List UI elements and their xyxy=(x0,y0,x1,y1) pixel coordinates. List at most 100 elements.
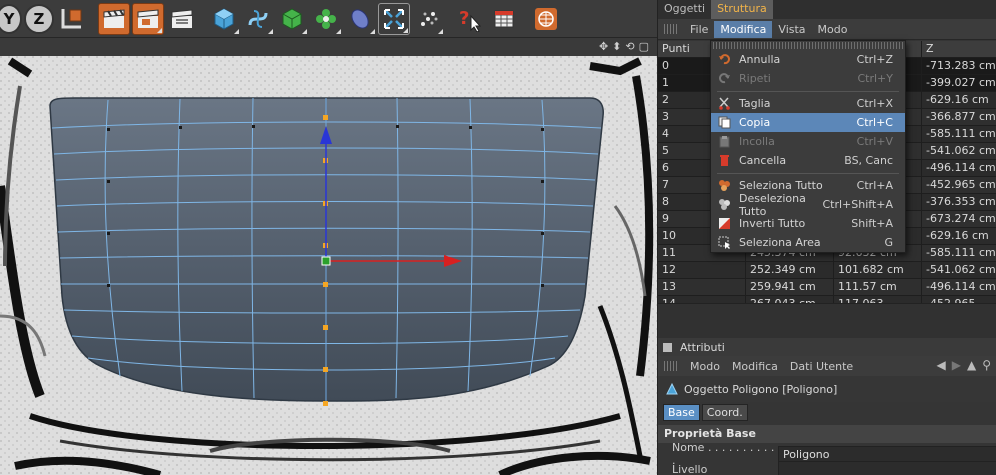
table-cell[interactable]: -399.027 cm xyxy=(922,75,996,91)
clapboard-icon xyxy=(103,8,125,28)
cloner-button[interactable] xyxy=(310,3,342,35)
menu-modo[interactable]: Modo xyxy=(812,21,854,38)
table-cell[interactable]: 267.043 cm xyxy=(746,296,834,303)
clapboard-settings-icon xyxy=(171,8,193,28)
menu-item-shortcut: Ctrl+V xyxy=(856,135,893,148)
level-label: Livello xyxy=(672,462,708,475)
question-cursor-icon: ? xyxy=(459,8,482,32)
table-cell[interactable]: -452.965 xyxy=(922,296,996,303)
table-cell[interactable]: 252.349 cm xyxy=(746,262,834,278)
name-input[interactable]: Poligono xyxy=(778,446,996,462)
select-all-icon xyxy=(717,179,731,193)
table-cell[interactable]: -496.114 cm xyxy=(922,279,996,295)
web-button[interactable] xyxy=(530,3,562,35)
table-cell[interactable]: 13 xyxy=(658,279,746,295)
tab-coord[interactable]: Coord. xyxy=(701,403,748,421)
table-cell[interactable]: -452.965 cm xyxy=(922,177,996,193)
deformer-button[interactable] xyxy=(344,3,376,35)
table-cell[interactable]: -713.283 cm xyxy=(922,58,996,74)
table-cell[interactable]: 259.941 cm xyxy=(746,279,834,295)
menu-item-shortcut: Ctrl+Y xyxy=(857,72,893,85)
table-cell[interactable]: 111.57 cm xyxy=(834,279,922,295)
attr-menu-modo[interactable]: Modo xyxy=(684,358,726,375)
menu-item-deseleziona-tutto[interactable]: Deseleziona Tutto Ctrl+Shift+A xyxy=(711,192,905,218)
table-cell[interactable]: -366.877 cm xyxy=(922,109,996,125)
menubar-grip[interactable] xyxy=(664,24,678,34)
table-cell[interactable]: -376.353 cm xyxy=(922,194,996,210)
spline-button[interactable] xyxy=(242,3,274,35)
back-arrow-icon[interactable]: ◀ xyxy=(937,358,946,372)
rotate-view-icon[interactable]: ⟲ xyxy=(625,40,634,53)
menu-item-shortcut: Ctrl+Z xyxy=(856,53,893,66)
table-cell[interactable]: -541.062 cm xyxy=(922,262,996,278)
tab-struttura[interactable]: Struttura xyxy=(711,0,773,19)
table-cell[interactable]: -585.111 cm xyxy=(922,126,996,142)
coordinate-system-button[interactable] xyxy=(56,3,88,35)
menu-item-cancella[interactable]: Cancella BS, Canc xyxy=(711,151,905,170)
attr-menubar-grip[interactable] xyxy=(664,361,678,371)
render-view-button[interactable] xyxy=(98,2,130,35)
level-input[interactable] xyxy=(778,461,996,475)
menu-item-label: Copia xyxy=(739,116,771,129)
toggle-view-icon[interactable]: ▢ xyxy=(639,40,649,53)
menu-vista[interactable]: Vista xyxy=(772,21,811,38)
table-cell[interactable]: -496.114 cm xyxy=(922,160,996,176)
redo-icon xyxy=(717,72,731,86)
tab-oggetti[interactable]: Oggetti xyxy=(658,0,711,19)
coordinate-system-icon xyxy=(61,8,82,28)
move-view-icon[interactable]: ✥ xyxy=(599,40,608,53)
table-cell[interactable]: -585.111 cm xyxy=(922,245,996,261)
menu-item-copia[interactable]: Copia Ctrl+C xyxy=(711,113,905,132)
table-cell[interactable]: -629.16 cm xyxy=(922,228,996,244)
table-cell[interactable]: 101.682 cm xyxy=(834,262,922,278)
header-z[interactable]: Z xyxy=(922,41,996,57)
menu-item-inverti-tutto[interactable]: Inverti Tutto Shift+A xyxy=(711,214,905,233)
table-row[interactable]: 14267.043 cm117.063-452.965 xyxy=(658,296,996,303)
attr-menu-dati-utente[interactable]: Dati Utente xyxy=(784,358,859,375)
menu-file[interactable]: File xyxy=(684,21,714,38)
menu-item-shortcut: Ctrl+C xyxy=(856,116,893,129)
table-cell[interactable]: 14 xyxy=(658,296,746,303)
table-row[interactable]: 12 252.349 cm 101.682 cm -541.062 cm xyxy=(658,262,996,279)
menu-item-label: Inverti Tutto xyxy=(739,217,806,230)
paste-icon xyxy=(717,135,731,149)
table-cell[interactable]: 12 xyxy=(658,262,746,278)
render-settings-button[interactable] xyxy=(166,3,198,35)
menu-item-ripeti[interactable]: Ripeti Ctrl+Y xyxy=(711,69,905,88)
dropdown-grip[interactable] xyxy=(713,42,903,49)
scene-button[interactable] xyxy=(378,2,410,35)
search-icon[interactable]: ⚲ xyxy=(982,358,991,372)
menu-modifica[interactable]: Modifica xyxy=(714,20,773,38)
y-axis-lock-button[interactable]: Y xyxy=(0,3,22,34)
timeline-button[interactable] xyxy=(488,3,520,35)
render-picture-viewer-button[interactable] xyxy=(132,2,164,35)
table-cell[interactable]: -541.062 cm xyxy=(922,143,996,159)
table-row[interactable]: 13 259.941 cm 111.57 cm -496.114 cm xyxy=(658,279,996,296)
viewport-header: ✥ ⬍ ⟲ ▢ xyxy=(0,38,657,56)
primitive-cube-button[interactable] xyxy=(208,3,240,35)
globe-icon xyxy=(535,7,557,30)
table-cell[interactable]: 117.063 xyxy=(834,296,922,303)
menu-item-taglia[interactable]: Taglia Ctrl+X xyxy=(711,94,905,113)
help-button[interactable]: ? xyxy=(454,3,486,35)
viewport-3d[interactable] xyxy=(0,56,657,475)
dolly-view-icon[interactable]: ⬍ xyxy=(612,40,621,53)
menu-item-seleziona-area[interactable]: Seleziona Area G xyxy=(711,233,905,252)
menu-item-incolla[interactable]: Incolla Ctrl+V xyxy=(711,132,905,151)
menu-item-shortcut: BS, Canc xyxy=(844,154,893,167)
z-axis-lock-button[interactable]: Z xyxy=(24,3,54,34)
menu-item-label: Cancella xyxy=(739,154,787,167)
up-arrow-icon[interactable]: ▲ xyxy=(967,358,976,372)
subdivision-surface-button[interactable] xyxy=(276,3,308,35)
tab-base[interactable]: Base xyxy=(663,403,700,421)
attr-menu-modifica[interactable]: Modifica xyxy=(726,358,784,375)
forward-arrow-icon[interactable]: ▶ xyxy=(952,358,961,372)
attributes-header: Attributi xyxy=(658,338,996,356)
menu-item-annulla[interactable]: Annulla Ctrl+Z xyxy=(711,50,905,69)
particles-button[interactable] xyxy=(412,3,444,35)
table-cell[interactable]: -629.16 cm xyxy=(922,92,996,108)
object-info: Oggetto Poligono [Poligono] xyxy=(658,376,996,402)
scissors-icon xyxy=(717,97,731,111)
polygon-object-icon xyxy=(666,383,678,395)
table-cell[interactable]: -673.274 cm xyxy=(922,211,996,227)
